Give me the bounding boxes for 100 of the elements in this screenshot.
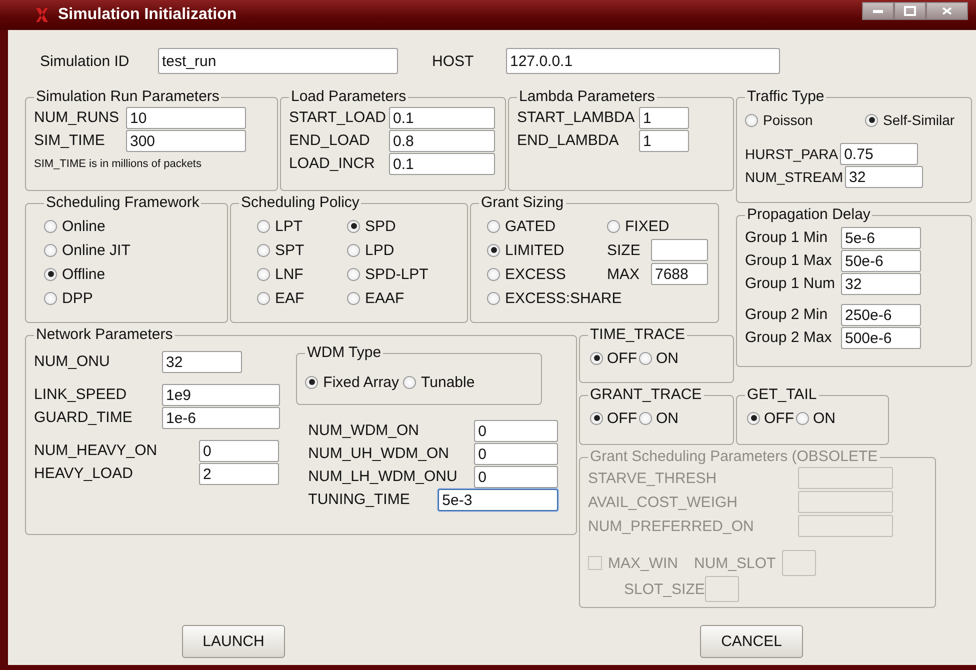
field-label: HURST_PARA [745, 146, 838, 162]
input-field[interactable]: 0 [474, 442, 558, 464]
input-field[interactable]: 50e-6 [841, 250, 921, 272]
radio-button[interactable] [487, 244, 500, 256]
field-label: NUM_WDM_ON [307, 422, 420, 439]
hint-text: SIM_TIME is in millions of packets [34, 158, 202, 170]
option-label: EXCESS:SHARE [505, 290, 622, 306]
group-title: Lambda Parameters [518, 88, 656, 106]
dialog-button[interactable]: CANCEL [700, 625, 803, 658]
field-label: HEAVY_LOAD [34, 465, 134, 482]
input-field[interactable]: 1e-6 [162, 406, 280, 428]
maximize-button[interactable] [894, 2, 926, 20]
option-label: Fixed Array [323, 374, 400, 390]
input-field[interactable]: 0 [199, 440, 279, 462]
field-label: SLOT_SIZE [624, 580, 705, 598]
option-label: DPP [62, 290, 93, 306]
input-field[interactable]: 0.1 [389, 152, 495, 174]
input-field[interactable]: 0.75 [840, 142, 918, 164]
input-field[interactable]: 0.1 [389, 106, 495, 128]
radio-button[interactable] [745, 114, 758, 126]
input-field[interactable] [798, 515, 893, 537]
dialog-button[interactable]: LAUNCH [182, 625, 285, 658]
field-label: GUARD_TIME [34, 409, 134, 426]
radio-button[interactable] [403, 376, 416, 388]
radio-button[interactable] [796, 412, 809, 424]
field-label: MAX [607, 266, 641, 282]
x-logo-icon [34, 7, 50, 23]
input-field[interactable]: 5e-3 [438, 488, 558, 510]
input-field[interactable]: 7688 [651, 263, 708, 285]
radio-button[interactable] [639, 352, 652, 364]
radio-button[interactable] [305, 376, 318, 388]
field-label: START_LAMBDA [517, 109, 635, 126]
radio-button[interactable] [590, 412, 603, 424]
checkbox-label: MAX_WIN [608, 554, 678, 572]
radio-button[interactable] [44, 292, 57, 304]
radio-button[interactable] [347, 244, 360, 256]
radio-button[interactable] [44, 244, 57, 256]
close-icon [942, 7, 952, 15]
option-label: GATED [505, 218, 556, 234]
input-field[interactable]: 32 [162, 350, 242, 372]
radio-button[interactable] [44, 268, 57, 280]
group-title: Traffic Type [746, 88, 826, 106]
input-field[interactable]: 500e-6 [841, 326, 921, 348]
input-field[interactable] [798, 491, 893, 513]
option-label: EAF [275, 290, 304, 306]
group-title: Load Parameters [290, 88, 408, 106]
input-field[interactable]: 1 [639, 130, 689, 152]
field-label: END_LOAD [289, 132, 371, 149]
radio-button[interactable] [487, 292, 500, 304]
option-label: OFF [607, 410, 637, 426]
option-label: EXCESS [505, 266, 566, 282]
field-label: NUM_STREAM [745, 168, 844, 184]
input-field[interactable]: 2 [199, 462, 279, 484]
input-field[interactable] [798, 467, 893, 489]
input-field[interactable]: 0 [474, 466, 558, 488]
input-field[interactable]: 1e9 [162, 384, 280, 406]
radio-button[interactable] [257, 220, 270, 232]
group-title: Simulation Run Parameters [35, 88, 220, 106]
input-field[interactable]: 300 [126, 130, 246, 152]
radio-button[interactable] [257, 268, 270, 280]
radio-button[interactable] [590, 352, 603, 364]
input-field[interactable]: 127.0.0.1 [506, 48, 780, 74]
option-label: FIXED [625, 218, 670, 234]
radio-button[interactable] [487, 220, 500, 232]
field-label: SIM_TIME [34, 132, 106, 149]
input-field[interactable]: 10 [126, 106, 246, 128]
field-label: Group 1 Num [745, 275, 836, 292]
input-field[interactable]: test_run [158, 48, 398, 74]
radio-button[interactable] [865, 114, 878, 126]
option-label: LPT [275, 218, 303, 234]
input-field[interactable]: 32 [841, 272, 921, 294]
field-label: AVAIL_COST_WEIGH [588, 494, 738, 510]
option-label: SPT [275, 242, 304, 258]
radio-button[interactable] [607, 220, 620, 232]
close-button[interactable] [926, 2, 968, 20]
radio-button[interactable] [487, 268, 500, 280]
radio-button[interactable] [347, 220, 360, 232]
radio-button[interactable] [639, 412, 652, 424]
group-title: Grant Sizing [480, 194, 565, 212]
maximize-icon [904, 6, 916, 16]
input-field[interactable]: 5e-6 [841, 226, 921, 248]
minimize-button[interactable] [862, 2, 894, 20]
field-label: NUM_PREFERRED_ON [588, 518, 755, 534]
radio-button[interactable] [257, 292, 270, 304]
input-field[interactable] [704, 576, 739, 602]
option-label: EAAF [365, 290, 404, 306]
radio-button[interactable] [347, 268, 360, 280]
input-field[interactable]: 0.8 [389, 130, 495, 152]
input-field[interactable]: 32 [845, 166, 924, 188]
radio-button[interactable] [347, 292, 360, 304]
option-label: ON [656, 350, 678, 366]
input-field[interactable]: 0 [474, 420, 558, 442]
radio-button[interactable] [747, 412, 760, 424]
option-label: ON [656, 410, 678, 426]
input-field[interactable] [651, 239, 708, 261]
field-label: SIZE [607, 242, 642, 258]
input-field[interactable]: 1 [639, 106, 689, 128]
input-field[interactable]: 250e-6 [841, 304, 921, 326]
radio-button[interactable] [257, 244, 270, 256]
radio-button[interactable] [44, 220, 57, 232]
